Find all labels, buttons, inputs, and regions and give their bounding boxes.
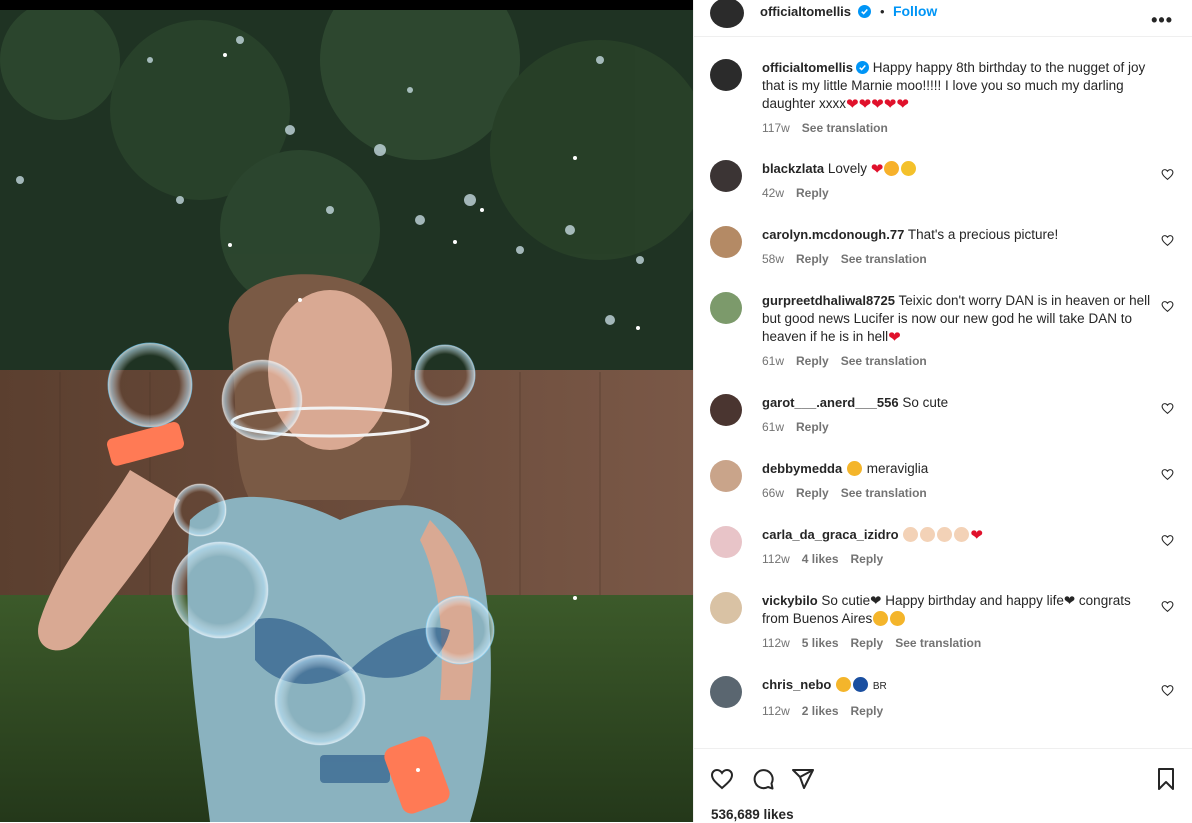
comments-scroll-area[interactable]: officialtomellis Happy happy 8th birthda… [694, 37, 1192, 748]
verified-badge-icon [858, 5, 872, 18]
author-avatar[interactable] [710, 0, 744, 28]
see-translation-button[interactable]: See translation [895, 636, 981, 650]
comment-username[interactable]: carolyn.mcdonough.77 [762, 227, 904, 242]
comment-avatar[interactable] [710, 394, 742, 426]
caption-time: 117w [762, 121, 790, 135]
comment-text: So cutie❤ Happy birthday and happy life❤… [762, 593, 1131, 626]
comment-avatar[interactable] [710, 160, 742, 192]
header-username[interactable]: officialtomellis [760, 4, 851, 19]
comment-avatar[interactable] [710, 292, 742, 324]
reply-button[interactable]: Reply [851, 552, 884, 566]
reply-button[interactable]: Reply [796, 186, 829, 200]
caption-hearts: ❤❤❤❤❤ [846, 96, 909, 113]
comment-avatar[interactable] [710, 460, 742, 492]
like-comment-heart-icon[interactable] [1161, 300, 1174, 313]
separator-dot: • [879, 4, 885, 19]
post-photo [0, 0, 693, 822]
comment-time: 58w [762, 252, 785, 266]
comment-time: 112w [762, 552, 790, 566]
caption-username[interactable]: officialtomellis [762, 60, 853, 75]
comment-likes[interactable]: 2 likes [802, 704, 839, 718]
clap-emoji [937, 527, 953, 542]
clap-emoji [920, 527, 936, 542]
likes-count[interactable]: 536,689 likes [711, 807, 794, 822]
like-heart-icon[interactable] [710, 767, 734, 791]
save-bookmark-icon[interactable] [1154, 767, 1178, 791]
kiss-emoji [901, 161, 917, 176]
comment-username[interactable]: debbymedda [762, 461, 842, 476]
like-comment-heart-icon[interactable] [1161, 600, 1174, 613]
like-comment-heart-icon[interactable] [1161, 468, 1174, 481]
photo-girl-bubbles [0, 0, 693, 822]
like-comment-heart-icon[interactable] [1161, 534, 1174, 547]
comment-likes[interactable]: 5 likes [802, 636, 839, 650]
comment-emoji: ❤ [870, 161, 884, 178]
comment-time: 112w [762, 636, 790, 650]
header-user-line: officialtomellis • Follow [760, 3, 937, 21]
caption-see-translation[interactable]: See translation [802, 121, 888, 135]
like-comment-heart-icon[interactable] [1161, 684, 1174, 697]
comment-avatar[interactable] [710, 226, 742, 258]
comment-text: BR [872, 681, 887, 692]
reply-button[interactable]: Reply [796, 420, 829, 434]
post-header: officialtomellis • Follow ••• [694, 0, 1192, 37]
comment-text: meraviglia [866, 461, 929, 476]
heart-eyes-emoji [836, 677, 852, 692]
comment-text: That's a precious picture! [907, 227, 1059, 242]
comment-icon[interactable] [751, 767, 775, 791]
comment-username[interactable]: gurpreetdhaliwal8725 [762, 293, 895, 308]
reply-button[interactable]: Reply [796, 354, 829, 368]
comment-username[interactable]: chris_nebo [762, 677, 831, 692]
reply-button[interactable]: Reply [851, 636, 884, 650]
comment-time: 112w [762, 704, 790, 718]
heart-eyes-emoji [884, 161, 900, 176]
comment-avatar[interactable] [710, 592, 742, 624]
comment-emoji: ❤ [970, 527, 983, 544]
post-actions-bar: 536,689 likes [694, 748, 1192, 823]
comment-avatar[interactable] [710, 526, 742, 558]
comment-time: 42w [762, 186, 785, 200]
comment-time: 66w [762, 486, 785, 500]
reply-button[interactable]: Reply [796, 252, 829, 266]
more-options-icon[interactable]: ••• [1151, 10, 1173, 31]
photo-top-bar [0, 0, 693, 10]
like-comment-heart-icon[interactable] [1161, 168, 1174, 181]
comment-likes[interactable]: 4 likes [802, 552, 839, 566]
comment-username[interactable]: vickybilo [762, 593, 818, 608]
follow-button[interactable]: Follow [893, 3, 937, 19]
clap-emoji [903, 527, 919, 542]
reply-button[interactable]: Reply [851, 704, 884, 718]
verified-badge-icon [856, 61, 870, 74]
comment-emoji: ❤ [888, 329, 901, 346]
reply-button[interactable]: Reply [796, 486, 829, 500]
caption-avatar[interactable] [710, 59, 742, 91]
see-translation-button[interactable]: See translation [841, 354, 927, 368]
nazar-amulet-emoji [853, 677, 869, 692]
comment-avatar[interactable] [710, 676, 742, 708]
star-eyes-emoji [890, 611, 906, 626]
like-comment-heart-icon[interactable] [1161, 402, 1174, 415]
post-side-panel: officialtomellis • Follow ••• officialto… [693, 0, 1192, 823]
comment-username[interactable]: carla_da_graca_izidro [762, 527, 899, 542]
comment-username[interactable]: garot___.anerd___556 [762, 395, 899, 410]
see-translation-button[interactable]: See translation [841, 486, 927, 500]
star-eyes-emoji [846, 461, 862, 476]
comment-text: So cute [902, 395, 949, 410]
see-translation-button[interactable]: See translation [841, 252, 927, 266]
star-eyes-emoji [873, 611, 889, 626]
share-icon[interactable] [791, 767, 815, 791]
clap-emoji [954, 527, 970, 542]
comment-time: 61w [762, 354, 785, 368]
comment-username[interactable]: blackzlata [762, 161, 824, 176]
like-comment-heart-icon[interactable] [1161, 234, 1174, 247]
comment-text: Lovely [827, 161, 867, 176]
comment-time: 61w [762, 420, 785, 434]
